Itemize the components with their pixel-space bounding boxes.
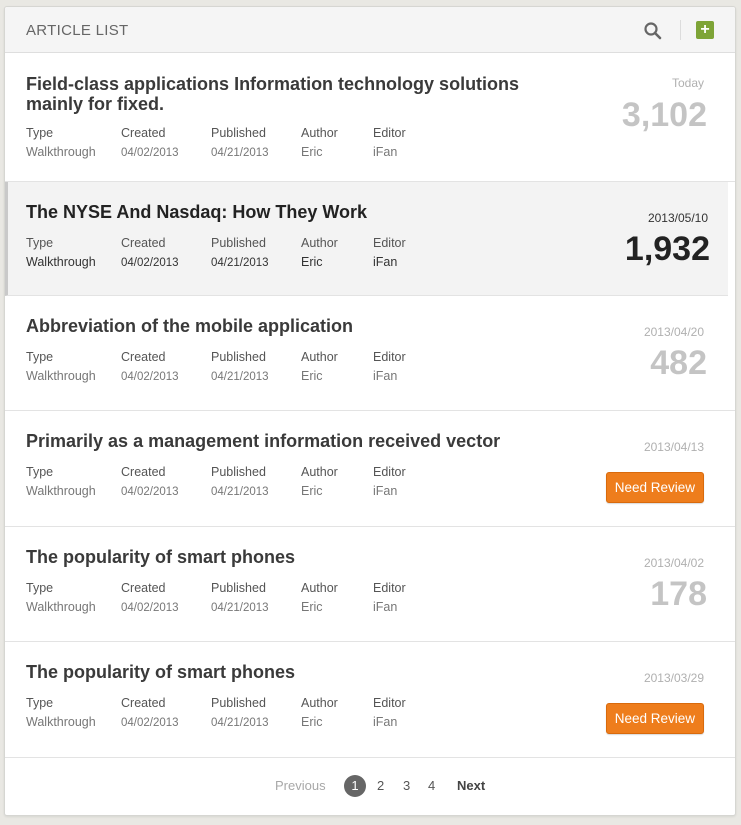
meta-label-author: Author	[301, 581, 338, 595]
meta-label-author: Author	[301, 465, 338, 479]
page-1-link[interactable]: 1	[344, 775, 366, 797]
meta-label-type: Type	[26, 350, 54, 364]
meta-label-published: Published	[211, 465, 266, 479]
meta-value-author: Eric	[301, 255, 323, 269]
meta-label-published: Published	[211, 126, 266, 140]
meta-label-published: Published	[211, 350, 266, 364]
need-review-button[interactable]: Need Review	[605, 703, 704, 734]
article-view-count: 482	[650, 344, 707, 382]
meta-value-author: Eric	[301, 715, 323, 729]
meta-value-type: Walkthrough	[26, 145, 96, 159]
meta-label-type: Type	[26, 126, 54, 140]
meta-value-published: 04/21/2013	[211, 486, 269, 498]
article-date: 2013/04/20	[643, 325, 704, 339]
article-title[interactable]: Abbreviation of the mobile application	[26, 316, 546, 336]
article-date: 2013/04/02	[643, 556, 704, 570]
article-row[interactable]: The NYSE And Nasdaq: How They Work Type Wa…	[5, 182, 728, 296]
meta-label-type: Type	[26, 465, 54, 479]
article-date: 2013/04/13	[643, 440, 704, 454]
page-4-link[interactable]: 4	[428, 778, 435, 793]
page-2-link[interactable]: 2	[377, 778, 384, 793]
meta-value-created: 04/02/2013	[121, 371, 179, 383]
article-title[interactable]: Field-class applications Information tec…	[26, 74, 546, 114]
meta-value-published: 04/21/2013	[211, 717, 269, 729]
meta-value-type: Walkthrough	[26, 715, 96, 729]
meta-value-type: Walkthrough	[26, 369, 96, 383]
meta-value-editor: iFan	[373, 255, 398, 269]
meta-value-created: 04/02/2013	[121, 147, 179, 159]
article-title[interactable]: The popularity of smart phones	[26, 547, 546, 567]
meta-label-editor: Editor	[373, 236, 406, 250]
meta-value-published: 04/21/2013	[211, 602, 269, 614]
meta-value-created: 04/02/2013	[121, 486, 179, 498]
meta-value-editor: iFan	[373, 369, 398, 383]
add-article-icon[interactable]: +	[696, 21, 714, 39]
meta-label-author: Author	[301, 696, 338, 710]
meta-label-type: Type	[26, 696, 54, 710]
article-date: 2013/03/29	[643, 671, 704, 685]
meta-label-created: Created	[121, 465, 166, 479]
article-row[interactable]: Abbreviation of the mobile application Ty…	[5, 296, 735, 411]
pagination: Previous 1 2 3 4 Next	[5, 775, 735, 797]
meta-value-author: Eric	[301, 600, 323, 614]
meta-value-editor: iFan	[373, 145, 398, 159]
meta-value-published: 04/21/2013	[211, 147, 269, 159]
meta-value-editor: iFan	[373, 600, 398, 614]
previous-page-link[interactable]: Previous	[275, 778, 326, 793]
meta-value-created: 04/02/2013	[121, 602, 179, 614]
panel-title: ARTICLE LIST	[26, 22, 129, 39]
article-date: 2013/05/10	[647, 211, 708, 225]
search-icon[interactable]	[642, 20, 664, 42]
need-review-button[interactable]: Need Review	[605, 472, 704, 503]
header-divider	[680, 20, 681, 40]
meta-label-type: Type	[26, 236, 54, 250]
meta-value-author: Eric	[301, 484, 323, 498]
meta-label-author: Author	[301, 236, 338, 250]
meta-value-published: 04/21/2013	[211, 371, 269, 383]
meta-label-editor: Editor	[373, 696, 406, 710]
article-date: Today	[671, 76, 704, 90]
meta-label-author: Author	[301, 126, 338, 140]
article-row[interactable]: Primarily as a management information re…	[5, 411, 735, 527]
next-page-link[interactable]: Next	[457, 778, 485, 793]
meta-label-type: Type	[26, 581, 54, 595]
article-list-panel: ARTICLE LIST + Field-class applications …	[4, 6, 736, 816]
meta-label-author: Author	[301, 350, 338, 364]
meta-value-author: Eric	[301, 145, 323, 159]
article-row[interactable]: The popularity of smart phones Type Walkth…	[5, 642, 735, 758]
article-view-count: 1,932	[624, 230, 710, 268]
meta-label-editor: Editor	[373, 126, 406, 140]
meta-value-author: Eric	[301, 369, 323, 383]
meta-label-created: Created	[121, 350, 166, 364]
panel-header: ARTICLE LIST +	[5, 7, 735, 53]
meta-label-created: Created	[121, 126, 166, 140]
page-3-link[interactable]: 3	[403, 778, 410, 793]
meta-label-created: Created	[121, 581, 166, 595]
meta-label-published: Published	[211, 581, 266, 595]
meta-label-editor: Editor	[373, 350, 406, 364]
article-row[interactable]: The popularity of smart phones Type Walkth…	[5, 527, 735, 642]
article-title[interactable]: The NYSE And Nasdaq: How They Work	[26, 202, 546, 222]
meta-value-editor: iFan	[373, 715, 398, 729]
article-view-count: 178	[650, 575, 707, 613]
article-title[interactable]: Primarily as a management information re…	[26, 431, 546, 451]
meta-value-created: 04/02/2013	[121, 257, 179, 269]
meta-value-type: Walkthrough	[26, 600, 96, 614]
meta-label-editor: Editor	[373, 581, 406, 595]
meta-label-editor: Editor	[373, 465, 406, 479]
meta-value-created: 04/02/2013	[121, 717, 179, 729]
article-view-count: 3,102	[621, 96, 707, 134]
meta-value-type: Walkthrough	[26, 255, 96, 269]
article-title[interactable]: The popularity of smart phones	[26, 662, 546, 682]
meta-label-created: Created	[121, 236, 166, 250]
meta-label-published: Published	[211, 236, 266, 250]
meta-value-type: Walkthrough	[26, 484, 96, 498]
article-row[interactable]: Field-class applications Information tec…	[5, 54, 735, 182]
meta-label-created: Created	[121, 696, 166, 710]
meta-label-published: Published	[211, 696, 266, 710]
meta-value-editor: iFan	[373, 484, 398, 498]
meta-value-published: 04/21/2013	[211, 257, 269, 269]
